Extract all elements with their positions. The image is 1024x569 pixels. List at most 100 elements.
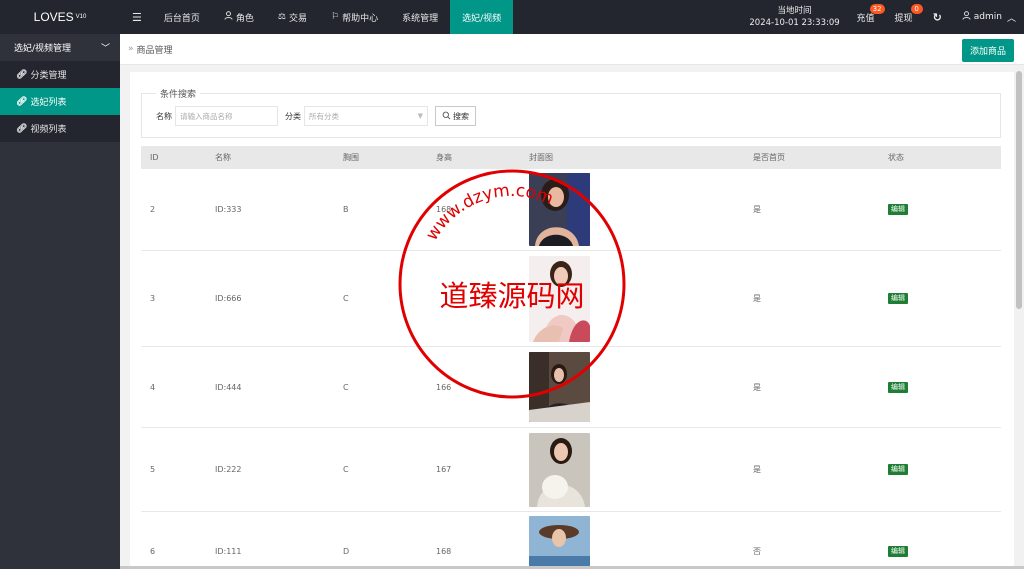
sidebar-item-category[interactable]: 🔗︎ 分类管理 <box>0 61 120 88</box>
table-header: ID 名称 胸围 身高 封面图 是否首页 状态 <box>141 146 1001 169</box>
refresh-button[interactable]: ↻ <box>923 0 952 34</box>
cell-status: 编辑 <box>888 293 1001 304</box>
clock-label: 当地时间 <box>777 6 812 16</box>
name-label: 名称 <box>156 111 172 121</box>
cell-status: 编辑 <box>888 204 1001 215</box>
col-header-cover: 封面图 <box>529 153 553 162</box>
col-header-name: 名称 <box>215 153 231 162</box>
cover-image[interactable] <box>529 352 590 422</box>
withdraw-button[interactable]: 提现 0 <box>885 0 923 34</box>
cell-name: ID:333 <box>215 205 242 214</box>
link-icon: 🔗︎ <box>16 123 28 134</box>
sidebar-item-label: 视频列表 <box>30 125 67 135</box>
add-product-button[interactable]: 添加商品 <box>961 39 1014 62</box>
cell-chest: D <box>343 547 350 556</box>
scrollbar-thumb[interactable] <box>1016 71 1022 309</box>
cell-height: 167 <box>436 465 452 474</box>
edit-button[interactable]: 编辑 <box>888 464 908 475</box>
sidebar-item-label: 选妃列表 <box>30 98 67 108</box>
cover-image[interactable] <box>529 173 590 246</box>
col-header-status: 状态 <box>888 153 904 162</box>
link-icon: 🔗︎ <box>16 96 28 107</box>
caret-down-icon: ▼ <box>417 112 423 120</box>
cell-name: ID:111 <box>215 547 242 556</box>
cell-id: 2 <box>150 205 156 214</box>
nav-item-system[interactable]: 系统管理 <box>390 0 450 34</box>
search-button[interactable]: 搜索 <box>435 106 476 126</box>
app-logo[interactable]: LOVES V10 <box>0 0 120 34</box>
product-table: ID 名称 胸围 身高 封面图 是否首页 状态 2 ID:333 B 168 是… <box>141 146 1001 569</box>
edit-button[interactable]: 编辑 <box>888 381 908 393</box>
sidebar-item-label: 分类管理 <box>30 71 67 81</box>
nav-item-role[interactable]: 角色 <box>212 0 266 34</box>
nav-item-label: 选妃/视频 <box>462 13 502 24</box>
cell-homepage: 是 <box>753 205 761 214</box>
flag-icon: ⚐ <box>331 12 340 22</box>
withdraw-badge: 0 <box>910 4 923 14</box>
nav-item-label: 帮助中心 <box>342 13 379 24</box>
nav-item-trade[interactable]: ⚖ 交易 <box>266 0 319 34</box>
user-icon <box>224 11 233 23</box>
sidebar-group-concubine-video[interactable]: 选妃/视频管理 ﹀ <box>0 34 120 61</box>
hamburger-icon: ☰ <box>132 10 142 24</box>
search-form: 名称 请输入商品名称 分类 所有分类 ▼ 搜索 <box>156 106 476 126</box>
search-legend: 条件搜索 <box>156 87 201 100</box>
nav-item-label: 系统管理 <box>402 13 439 24</box>
category-select-value: 所有分类 <box>309 111 339 121</box>
nav-item-home[interactable]: 后台首页 <box>152 0 212 34</box>
top-nav: ☰ 后台首页 角色 ⚖ 交易 ⚐ 帮助中心 系统管理 选妃/视频 <box>120 0 514 34</box>
top-right-tools: 当地时间 2024-10-01 23:33:09 充值 32 提现 0 ↻ ad… <box>743 0 1024 34</box>
cell-cover <box>529 173 753 246</box>
user-icon <box>962 11 971 23</box>
top-bar: LOVES V10 ☰ 后台首页 角色 ⚖ 交易 ⚐ 帮助中心 系统管理 选妃/视频 … <box>0 0 1024 34</box>
sidebar: 选妃/视频管理 ﹀ 🔗︎ 分类管理 🔗︎ 选妃列表 🔗︎ 视频列表 <box>0 34 120 569</box>
category-label: 分类 <box>285 111 301 121</box>
cell-homepage: 是 <box>753 382 761 392</box>
edit-button[interactable]: 编辑 <box>888 293 908 304</box>
menu-toggle-button[interactable]: ☰ <box>120 0 152 34</box>
nav-item-concubine-video[interactable]: 选妃/视频 <box>450 0 514 34</box>
sidebar-item-video-list[interactable]: 🔗︎ 视频列表 <box>0 115 120 142</box>
name-search-input[interactable]: 请输入商品名称 <box>175 106 278 126</box>
cell-chest: C <box>343 382 349 392</box>
cell-id: 6 <box>150 547 156 556</box>
cell-cover <box>529 515 753 569</box>
cell-status: 编辑 <box>888 546 1001 557</box>
col-header-height: 身高 <box>436 153 452 162</box>
breadcrumb-current: 商品管理 <box>136 45 173 56</box>
table-row: 6 ID:111 D 168 否 编辑 <box>141 512 1001 569</box>
cell-chest: C <box>343 294 349 303</box>
main-card: 条件搜索 名称 请输入商品名称 分类 所有分类 ▼ 搜索 ID 名称 胸围 身高… <box>130 72 1014 569</box>
clock-value: 2024-10-01 23:33:09 <box>749 18 840 28</box>
withdraw-label: 提现 <box>894 13 913 24</box>
cell-height: 168 <box>436 205 452 214</box>
cell-chest: B <box>343 205 349 214</box>
user-name: admin <box>973 12 1002 22</box>
edit-button[interactable]: 编辑 <box>888 204 908 215</box>
breadcrumb: » 商品管理 添加商品 <box>120 34 1024 65</box>
cell-name: ID:444 <box>215 382 242 392</box>
sidebar-item-concubine-list[interactable]: 🔗︎ 选妃列表 <box>0 88 120 115</box>
sidebar-group-label: 选妃/视频管理 <box>14 44 72 54</box>
cover-image[interactable] <box>529 432 590 507</box>
cell-homepage: 是 <box>753 294 761 303</box>
chevron-up-icon: ︿ <box>1006 13 1016 24</box>
recharge-button[interactable]: 充值 32 <box>847 0 885 34</box>
local-clock: 当地时间 2024-10-01 23:33:09 <box>743 5 847 29</box>
cover-image[interactable] <box>529 515 590 569</box>
search-button-label: 搜索 <box>453 111 469 121</box>
nav-item-help[interactable]: ⚐ 帮助中心 <box>319 0 390 34</box>
edit-button[interactable]: 编辑 <box>888 546 908 557</box>
cell-homepage: 否 <box>753 547 761 556</box>
vertical-scrollbar[interactable] <box>1014 65 1024 569</box>
user-menu[interactable]: admin ︿ <box>952 0 1024 34</box>
refresh-icon: ↻ <box>932 10 942 24</box>
app-version: V10 <box>75 14 87 20</box>
cell-height: 166 <box>436 382 452 392</box>
nav-item-label: 后台首页 <box>163 13 200 24</box>
category-select[interactable]: 所有分类 ▼ <box>304 106 428 126</box>
table-row: 4 ID:444 C 166 是 编辑 <box>141 347 1001 428</box>
cover-image[interactable] <box>529 255 590 342</box>
cell-status: 编辑 <box>888 381 1001 393</box>
col-header-homepage: 是否首页 <box>753 153 785 162</box>
